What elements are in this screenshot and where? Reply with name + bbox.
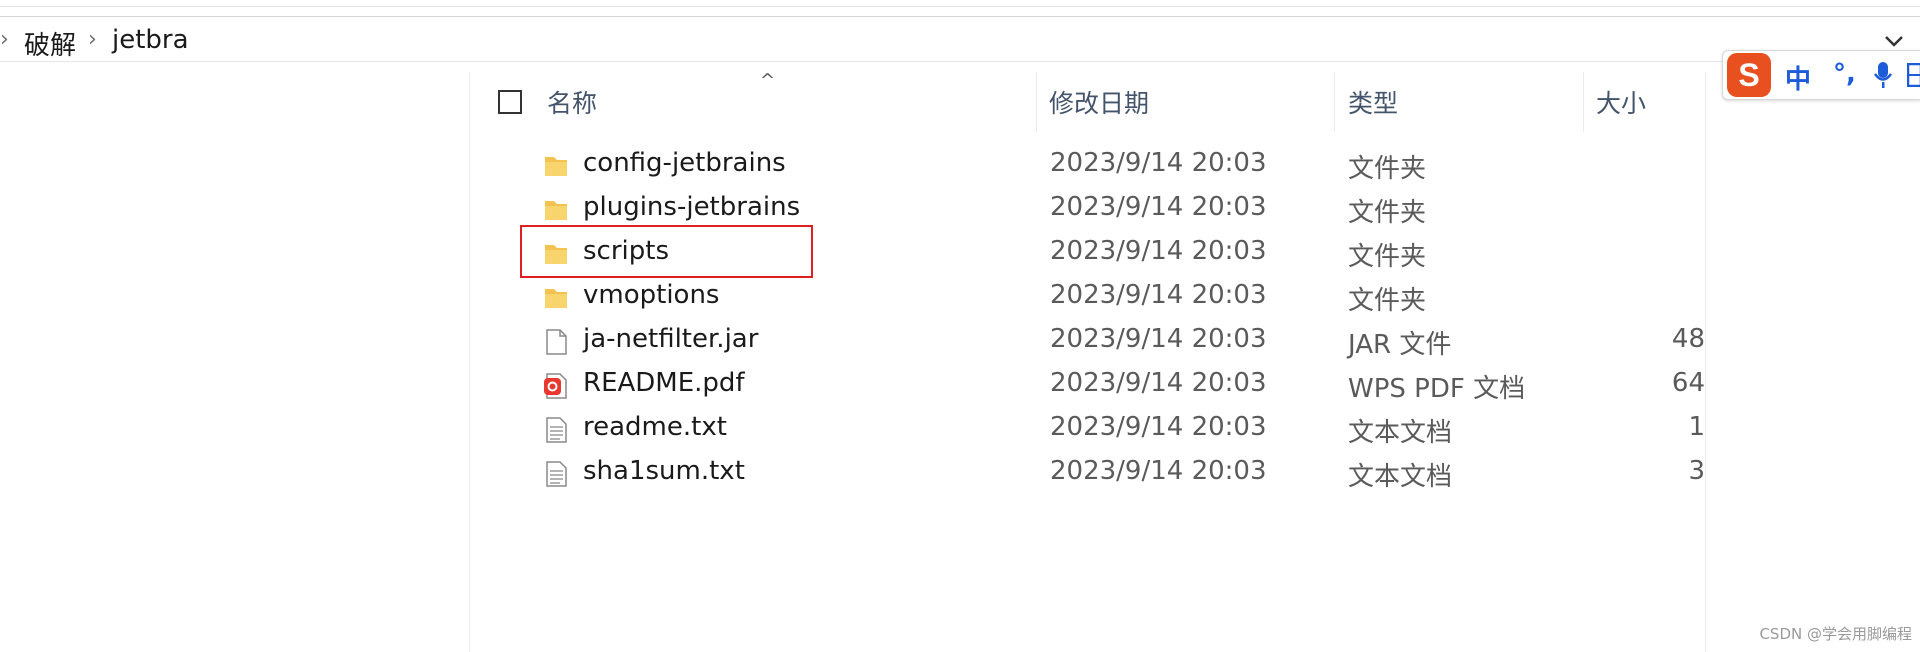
file-modified-date: 2023/9/14 20:03 <box>1050 148 1267 178</box>
breadcrumb-item-current[interactable]: jetbra <box>112 25 189 55</box>
column-divider[interactable] <box>1705 72 1706 652</box>
column-divider[interactable] <box>1583 72 1584 132</box>
file-type: 文本文档 <box>1348 462 1453 492</box>
breadcrumb-item-parent[interactable]: 破解 <box>24 25 76 62</box>
file-name[interactable]: readme.txt <box>583 412 727 442</box>
sort-ascending-icon: ^ <box>760 70 776 91</box>
microphone-icon[interactable] <box>1873 61 1893 96</box>
file-modified-date: 2023/9/14 20:03 <box>1050 456 1267 486</box>
file-modified-date: 2023/9/14 20:03 <box>1050 368 1267 398</box>
file-row[interactable]: readme.txt 2023/9/14 20:03 文本文档 1 <box>470 408 1705 452</box>
folder-icon <box>542 196 570 224</box>
column-header-type[interactable]: 类型 <box>1348 84 1398 120</box>
ime-punctuation-toggle[interactable]: °, <box>1833 59 1856 89</box>
file-type: JAR 文件 <box>1348 330 1452 360</box>
file-row[interactable]: ja-netfilter.jar 2023/9/14 20:03 JAR 文件 … <box>470 320 1705 364</box>
breadcrumb-chevron-icon[interactable]: › <box>0 27 9 52</box>
ime-toolbar[interactable]: S 中 °, <box>1722 50 1920 100</box>
file-name[interactable]: README.pdf <box>583 368 745 398</box>
file-type: 文件夹 <box>1348 154 1427 184</box>
annotation-highlight-box <box>520 225 813 278</box>
column-divider[interactable] <box>1036 72 1037 132</box>
pdf-icon <box>542 372 570 400</box>
select-all-checkbox[interactable] <box>498 90 522 114</box>
address-bar[interactable]: › 破解 › jetbra <box>0 16 1920 62</box>
file-size: 3 <box>1688 456 1705 486</box>
file-modified-date: 2023/9/14 20:03 <box>1050 280 1267 310</box>
folder-icon <box>542 284 570 312</box>
file-name[interactable]: ja-netfilter.jar <box>583 324 758 354</box>
file-name[interactable]: sha1sum.txt <box>583 456 745 486</box>
file-modified-date: 2023/9/14 20:03 <box>1050 324 1267 354</box>
file-row[interactable]: config-jetbrains 2023/9/14 20:03 文件夹 <box>470 144 1705 188</box>
file-size: 48 <box>1671 324 1705 354</box>
file-row[interactable]: vmoptions 2023/9/14 20:03 文件夹 <box>470 276 1705 320</box>
file-modified-date: 2023/9/14 20:03 <box>1050 412 1267 442</box>
keyboard-icon[interactable] <box>1906 62 1920 94</box>
file-name[interactable]: config-jetbrains <box>583 148 786 178</box>
file-size: 1 <box>1688 412 1705 442</box>
file-row[interactable]: README.pdf 2023/9/14 20:03 WPS PDF 文档 64 <box>470 364 1705 408</box>
ime-language-toggle[interactable]: 中 <box>1785 59 1811 96</box>
text-file-icon <box>542 416 570 444</box>
file-type: 文件夹 <box>1348 286 1427 316</box>
file-type: 文件夹 <box>1348 198 1427 228</box>
folder-icon <box>542 152 570 180</box>
text-file-icon <box>542 460 570 488</box>
file-name[interactable]: vmoptions <box>583 280 719 310</box>
file-modified-date: 2023/9/14 20:03 <box>1050 192 1267 222</box>
file-size: 64 <box>1671 368 1705 398</box>
column-header-date[interactable]: 修改日期 <box>1049 84 1149 120</box>
breadcrumb-separator-icon[interactable]: › <box>88 27 97 52</box>
file-icon <box>542 328 570 356</box>
file-row[interactable]: sha1sum.txt 2023/9/14 20:03 文本文档 3 <box>470 452 1705 496</box>
sogou-logo-icon[interactable]: S <box>1727 53 1771 97</box>
file-type: 文本文档 <box>1348 418 1453 448</box>
window-top-edge <box>0 6 1920 7</box>
column-header-name[interactable]: 名称 <box>547 84 597 120</box>
column-divider[interactable] <box>1334 72 1335 132</box>
file-type: 文件夹 <box>1348 242 1427 272</box>
file-name[interactable]: plugins-jetbrains <box>583 192 800 222</box>
file-type: WPS PDF 文档 <box>1348 374 1526 404</box>
column-header-size[interactable]: 大小 <box>1596 84 1646 120</box>
file-modified-date: 2023/9/14 20:03 <box>1050 236 1267 266</box>
watermark: CSDN @学会用脚编程 <box>1759 625 1912 643</box>
